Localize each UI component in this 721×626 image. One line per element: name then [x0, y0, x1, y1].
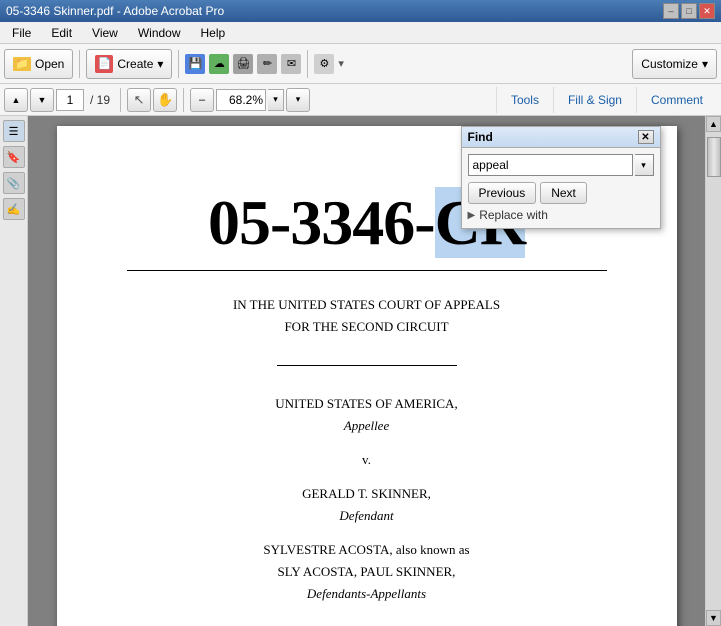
sidebar-signatures-btn[interactable]: ✍	[3, 198, 25, 220]
save-icon[interactable]: 💾	[185, 54, 205, 74]
nav-separator-1	[120, 88, 121, 112]
pdf-page: Find ✕ ▾ Previous Next ▶ Replace with	[57, 126, 677, 626]
pdf-divider-2	[277, 365, 457, 366]
minimize-button[interactable]: –	[663, 3, 679, 19]
find-search-input[interactable]	[468, 154, 633, 176]
menu-window[interactable]: Window	[130, 24, 189, 42]
find-close-button[interactable]: ✕	[638, 130, 654, 144]
toolbar-separator-1	[79, 50, 80, 78]
tab-tools[interactable]: Tools	[496, 87, 553, 113]
find-dialog-header: Find ✕	[462, 127, 660, 148]
prev-page-button[interactable]: ▲	[4, 88, 28, 112]
pdf-v-separator: v.	[127, 452, 607, 468]
find-replace-row[interactable]: ▶ Replace with	[468, 208, 654, 222]
find-dialog-title: Find	[468, 130, 493, 144]
menu-edit[interactable]: Edit	[43, 24, 80, 42]
pdf-circuit: FOR THE SECOND CIRCUIT	[127, 319, 607, 335]
find-buttons-row: Previous Next	[468, 182, 654, 204]
pdf-party1: UNITED STATES OF AMERICA,	[127, 396, 607, 412]
maximize-button[interactable]: □	[681, 3, 697, 19]
page-count: / 19	[86, 93, 114, 107]
menu-view[interactable]: View	[84, 24, 126, 42]
title-bar-controls: – □ ✕	[663, 3, 715, 19]
right-panel-tabs: Tools Fill & Sign Comment	[496, 87, 717, 113]
tab-fill-sign[interactable]: Fill & Sign	[553, 87, 636, 113]
pdf-party3-role: Defendants-Appellants	[127, 586, 607, 602]
close-button[interactable]: ✕	[699, 3, 715, 19]
zoom-more-button[interactable]: ▾	[286, 88, 310, 112]
replace-with-label: Replace with	[479, 208, 548, 222]
scrollbar-down-button[interactable]: ▼	[706, 610, 721, 626]
create-arrow: ▾	[157, 57, 163, 71]
pdf-court-name: IN THE UNITED STATES COURT OF APPEALS	[127, 297, 607, 313]
sidebar-attachments-btn[interactable]: 📎	[3, 172, 25, 194]
pdf-party3-line1: SYLVESTRE ACOSTA, also known as	[127, 542, 607, 558]
pdf-party2: GERALD T. SKINNER,	[127, 486, 607, 502]
customize-button[interactable]: Customize ▾	[632, 49, 717, 79]
next-page-button[interactable]: ▼	[30, 88, 54, 112]
customize-arrow: ▾	[702, 57, 708, 71]
menu-bar: File Edit View Window Help	[0, 22, 721, 44]
find-dialog: Find ✕ ▾ Previous Next ▶ Replace with	[461, 126, 661, 229]
pdf-party2-role: Defendant	[127, 508, 607, 524]
title-bar: 05-3346 Skinner.pdf - Adobe Acrobat Pro …	[0, 0, 721, 22]
menu-help[interactable]: Help	[193, 24, 234, 42]
case-number-text: 05-3346-	[208, 187, 435, 258]
scrollbar-track[interactable]	[706, 132, 721, 610]
page-number-input[interactable]	[56, 89, 84, 111]
upload-icon[interactable]: ☁	[209, 54, 229, 74]
replace-arrow-icon: ▶	[468, 210, 476, 221]
find-next-button[interactable]: Next	[540, 182, 587, 204]
scrollbar-up-button[interactable]: ▲	[706, 116, 721, 132]
title-bar-title: 05-3346 Skinner.pdf - Adobe Acrobat Pro	[6, 4, 224, 18]
select-tool[interactable]: ↖	[127, 88, 151, 112]
nav-bar: ▲ ▼ / 19 ↖ ✋ – ▾ ▾ Tools Fill & Sign Com…	[0, 84, 721, 116]
toolbar-separator-3	[307, 50, 308, 78]
find-dialog-body: ▾ Previous Next ▶ Replace with	[462, 148, 660, 228]
zoom-out-button[interactable]: –	[190, 88, 214, 112]
sidebar-pages-btn[interactable]: ☰	[3, 120, 25, 142]
email-icon[interactable]: ✉	[281, 54, 301, 74]
open-button[interactable]: 📁 Open	[4, 49, 73, 79]
nav-separator-2	[183, 88, 184, 112]
customize-label: Customize	[641, 57, 698, 71]
find-search-row: ▾	[468, 154, 654, 176]
create-button[interactable]: 📄 Create ▾	[86, 49, 172, 79]
toolbar-separator-2	[178, 50, 179, 78]
folder-icon: 📁	[13, 57, 31, 71]
pdf-case-divider	[127, 270, 607, 271]
find-dropdown-button[interactable]: ▾	[635, 154, 654, 176]
settings-icon[interactable]: ⚙	[314, 54, 334, 74]
edit-icon[interactable]: ✏	[257, 54, 277, 74]
left-sidebar: ☰ 🔖 📎 ✍	[0, 116, 28, 626]
settings-arrow: ▾	[338, 57, 344, 70]
create-label: Create	[117, 57, 153, 71]
pdf-container[interactable]: Find ✕ ▾ Previous Next ▶ Replace with	[28, 116, 705, 626]
tab-comment[interactable]: Comment	[636, 87, 717, 113]
create-icon: 📄	[95, 55, 113, 73]
zoom-dropdown[interactable]: ▾	[268, 89, 284, 111]
pdf-party1-role: Appellee	[127, 418, 607, 434]
zoom-input[interactable]	[216, 89, 266, 111]
main-content: ☰ 🔖 📎 ✍ Find ✕ ▾ Previous N	[0, 116, 721, 626]
menu-file[interactable]: File	[4, 24, 39, 42]
toolbar: 📁 Open 📄 Create ▾ 💾 ☁ 🖨 ✏ ✉ ⚙ ▾ Customiz…	[0, 44, 721, 84]
print-icon[interactable]: 🖨	[233, 54, 253, 74]
pdf-party3-line2: SLY ACOSTA, PAUL SKINNER,	[127, 564, 607, 580]
open-label: Open	[35, 57, 64, 71]
hand-tool[interactable]: ✋	[153, 88, 177, 112]
find-previous-button[interactable]: Previous	[468, 182, 537, 204]
right-scrollbar: ▲ ▼	[705, 116, 721, 626]
sidebar-bookmarks-btn[interactable]: 🔖	[3, 146, 25, 168]
scrollbar-thumb[interactable]	[707, 137, 721, 177]
